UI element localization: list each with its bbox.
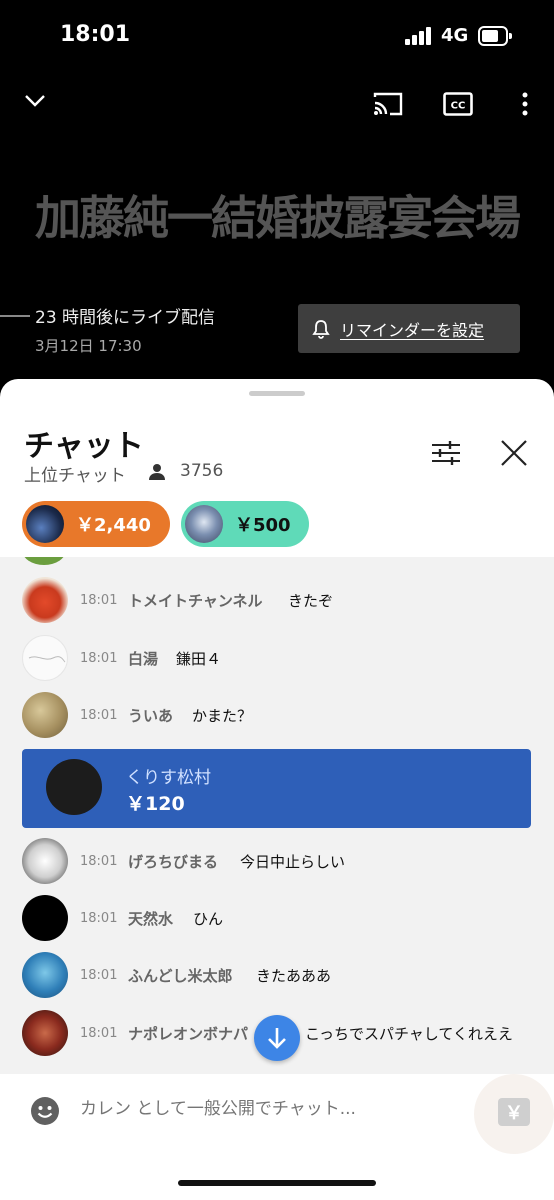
avatar — [22, 1010, 68, 1056]
video-title: 加藤純一結婚披露宴会場 — [35, 191, 521, 245]
svg-text:CC: CC — [451, 101, 466, 112]
status-time: 18:01 — [60, 22, 131, 47]
message-time: 18:01 — [80, 650, 118, 666]
viewer-count: 3756 — [180, 461, 224, 481]
message-text: かまた？ — [192, 706, 253, 725]
chat-title: チャット — [24, 429, 144, 464]
network-type: 4G — [441, 25, 469, 46]
avatar — [22, 635, 68, 681]
sliders-icon — [432, 441, 460, 465]
battery-icon — [478, 26, 512, 46]
cast-button[interactable] — [370, 88, 406, 120]
message-author: トメイトチャンネル — [128, 591, 263, 610]
chat-message[interactable]: 18:01 ういあ かまた？ — [0, 689, 554, 741]
message-time: 18:01 — [80, 910, 118, 926]
scroll-to-bottom-button[interactable] — [254, 1015, 300, 1061]
avatar — [22, 577, 68, 623]
close-chat-button[interactable] — [496, 435, 532, 471]
message-text: きたあああ — [256, 966, 332, 985]
message-time: 18:01 — [80, 707, 118, 723]
message-time: 18:01 — [80, 1025, 118, 1041]
drag-handle[interactable] — [249, 391, 305, 396]
chat-message[interactable]: 18:01 天然水 ひん — [0, 892, 554, 944]
collapse-button[interactable] — [18, 84, 52, 118]
ticker-amount: ￥500 — [235, 515, 291, 536]
superchat-ticker[interactable]: ￥2,440 — [22, 501, 170, 547]
message-author: げろちびまる — [128, 852, 219, 871]
avatar — [46, 759, 102, 815]
message-time: 18:01 — [80, 853, 118, 869]
home-indicator[interactable] — [178, 1180, 376, 1186]
emoji-button[interactable] — [30, 1096, 60, 1126]
close-icon — [501, 440, 527, 466]
avatar — [185, 505, 223, 543]
filter-button[interactable] — [428, 437, 464, 469]
avatar — [22, 895, 68, 941]
superchat-amount: ￥120 — [126, 793, 185, 815]
status-bar: 18:01 4G — [0, 0, 554, 70]
live-status: 23 時間後にライブ配信 — [35, 308, 216, 328]
chat-mode-selector[interactable]: 上位チャット — [24, 461, 126, 486]
message-author: 白湯 — [128, 649, 159, 668]
bell-icon — [312, 319, 330, 339]
message-author: ナポレオンボナパ — [128, 1024, 249, 1043]
chat-input[interactable] — [80, 1099, 470, 1119]
more-options-button[interactable] — [510, 86, 540, 122]
avatar — [22, 952, 68, 998]
set-reminder-button[interactable]: リマインダーを設定 — [298, 304, 520, 353]
superchat-ticker[interactable]: ￥500 — [181, 501, 309, 547]
superchat-button[interactable]: ￥ — [498, 1098, 530, 1126]
message-author: ういあ — [128, 706, 174, 725]
message-author: ふんどし米太郎 — [128, 966, 233, 985]
message-text: こっちでスパチャしてくれええ — [305, 1024, 513, 1043]
avatar — [26, 505, 64, 543]
avatar — [22, 692, 68, 738]
message-text: 鎌田４ — [176, 649, 222, 668]
emoji-icon — [31, 1097, 59, 1125]
message-text: 今日中止らしい — [240, 852, 346, 871]
message-text: きたぞ — [288, 591, 334, 610]
superchat-author: くりす松村 — [126, 768, 211, 788]
cast-icon — [373, 92, 403, 116]
message-text: ひん — [193, 909, 224, 928]
ticker-amount: ￥2,440 — [76, 515, 151, 536]
person-icon — [149, 464, 165, 480]
avatar — [22, 838, 68, 884]
message-time: 18:01 — [80, 967, 118, 983]
superchat-message[interactable]: くりす松村 ￥120 — [22, 749, 531, 828]
arrow-down-icon — [268, 1028, 286, 1049]
chat-message[interactable]: 18:01 白湯 鎌田４ — [0, 632, 554, 684]
chat-sheet: チャット 上位チャット 3756 ￥2,440 ￥500 18:01 トメイトチ… — [0, 379, 554, 1200]
chat-message-list[interactable]: 18:01 トメイトチャンネル きたぞ 18:01 白湯 鎌田４ 18:01 う… — [0, 557, 554, 1074]
message-author: 天然水 — [128, 909, 174, 928]
chat-message[interactable]: 18:01 げろちびまる 今日中止らしい — [0, 835, 554, 887]
message-time: 18:01 — [80, 592, 118, 608]
scheduled-date: 3月12日 17:30 — [35, 337, 142, 355]
signal-icon — [405, 27, 433, 45]
chat-input-bar: ￥ — [0, 1074, 554, 1200]
reminder-label: リマインダーを設定 — [340, 320, 485, 340]
progress-line — [0, 315, 30, 317]
more-vert-icon — [522, 92, 528, 116]
chevron-down-icon — [25, 95, 45, 107]
avatar — [22, 557, 66, 565]
chat-message[interactable]: 18:01 トメイトチャンネル きたぞ — [0, 574, 554, 626]
cc-icon: CC — [443, 92, 473, 116]
captions-button[interactable]: CC — [440, 88, 476, 120]
chat-message[interactable]: 18:01 ふんどし米太郎 きたあああ — [0, 949, 554, 1001]
